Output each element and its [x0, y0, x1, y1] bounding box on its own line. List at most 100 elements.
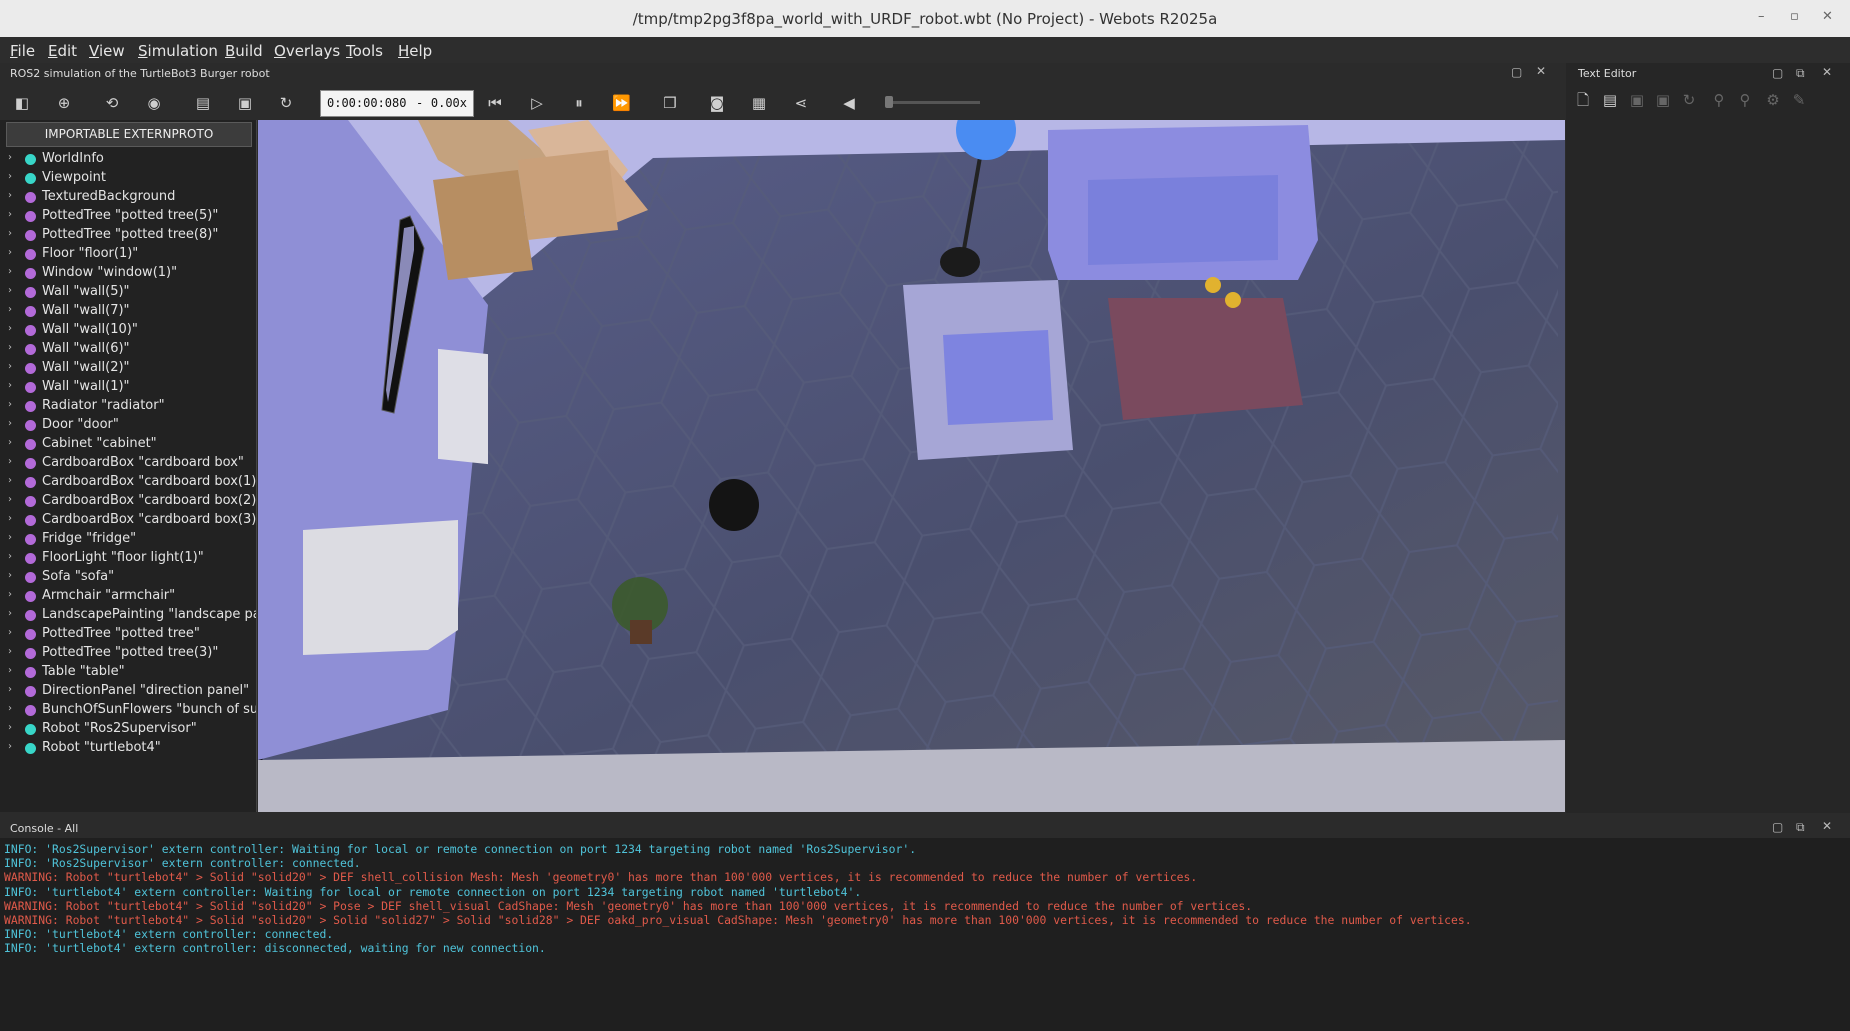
scene-tree-node[interactable]: › CardboardBox "cardboard box(3)" [0, 511, 256, 530]
scene-tree-node[interactable]: › Armchair "armchair" [0, 587, 256, 606]
scene-tree-node[interactable]: › TexturedBackground [0, 188, 256, 207]
3d-viewport[interactable] [258, 120, 1565, 812]
scene-tree-node[interactable]: › Wall "wall(5)" [0, 283, 256, 302]
scene-tree-node[interactable]: › CardboardBox "cardboard box(1)" [0, 473, 256, 492]
build-icon[interactable]: ⚙ [1764, 91, 1782, 109]
find-icon[interactable]: ⚲ [1710, 91, 1728, 109]
close-icon[interactable]: ✕ [1822, 9, 1833, 24]
text-editor-close-icon[interactable]: ✕ [1822, 65, 1832, 79]
text-editor-maximize-icon[interactable]: ▢ [1772, 66, 1783, 80]
scene-tree-node[interactable]: › WorldInfo [0, 150, 256, 169]
close-view-icon[interactable]: ✕ [1536, 64, 1546, 78]
expand-arrow-icon[interactable]: › [8, 646, 12, 657]
view-eye-icon[interactable]: ◉ [145, 94, 163, 112]
scene-tree-node[interactable]: › Wall "wall(10)" [0, 321, 256, 340]
expand-arrow-icon[interactable]: › [8, 228, 12, 239]
fast-forward-icon[interactable]: ⏩ [612, 94, 631, 112]
expand-arrow-icon[interactable]: › [8, 171, 12, 182]
scene-tree-node[interactable]: › Wall "wall(6)" [0, 340, 256, 359]
reload-world-icon[interactable]: ↻ [277, 94, 295, 112]
share-icon[interactable]: ⋖ [792, 94, 810, 112]
clean-icon[interactable]: ✎ [1790, 91, 1808, 109]
expand-arrow-icon[interactable]: › [8, 551, 12, 562]
reset-simulation-icon[interactable]: ⏮ [486, 94, 504, 112]
scene-tree-node[interactable]: › Radiator "radiator" [0, 397, 256, 416]
expand-arrow-icon[interactable]: › [8, 722, 12, 733]
expand-arrow-icon[interactable]: › [8, 399, 12, 410]
replace-icon[interactable]: ⚲ [1736, 91, 1754, 109]
menu-help[interactable]: Help [398, 42, 432, 60]
console-maximize-icon[interactable]: ▢ [1772, 820, 1783, 834]
expand-arrow-icon[interactable]: › [8, 247, 12, 258]
scene-tree-node[interactable]: › Door "door" [0, 416, 256, 435]
expand-arrow-icon[interactable]: › [8, 342, 12, 353]
scene-tree-node[interactable]: › LandscapePainting "landscape painting" [0, 606, 256, 625]
scene-tree-node[interactable]: › Robot "Ros2Supervisor" [0, 720, 256, 739]
expand-arrow-icon[interactable]: › [8, 532, 12, 543]
scene-tree-node[interactable]: › Robot "turtlebot4" [0, 739, 256, 758]
expand-arrow-icon[interactable]: › [8, 513, 12, 524]
scene-tree-node[interactable]: › Window "window(1)" [0, 264, 256, 283]
expand-arrow-icon[interactable]: › [8, 665, 12, 676]
revert-icon[interactable]: ↻ [1680, 91, 1698, 109]
scene-tree-node[interactable]: › Sofa "sofa" [0, 568, 256, 587]
expand-arrow-icon[interactable]: › [8, 475, 12, 486]
expand-arrow-icon[interactable]: › [8, 494, 12, 505]
scene-tree-node[interactable]: › Wall "wall(2)" [0, 359, 256, 378]
scene-tree-node[interactable]: › Viewpoint [0, 169, 256, 188]
reset-viewpoint-icon[interactable]: ⟲ [103, 94, 121, 112]
console-float-icon[interactable]: ⧉ [1796, 820, 1805, 835]
console-close-icon[interactable]: ✕ [1822, 819, 1832, 833]
expand-arrow-icon[interactable]: › [8, 209, 12, 220]
expand-arrow-icon[interactable]: › [8, 304, 12, 315]
expand-arrow-icon[interactable]: › [8, 437, 12, 448]
scene-tree-node[interactable]: › Wall "wall(1)" [0, 378, 256, 397]
scene-tree-node[interactable]: › DirectionPanel "direction panel" [0, 682, 256, 701]
expand-arrow-icon[interactable]: › [8, 456, 12, 467]
importable-externproto-button[interactable]: IMPORTABLE EXTERNPROTO [6, 122, 252, 147]
new-file-icon[interactable]: 🗋 [1574, 91, 1592, 109]
open-world-icon[interactable]: ▤ [194, 94, 212, 112]
volume-slider-handle[interactable] [885, 96, 893, 108]
menu-simulation[interactable]: Simulation [138, 42, 218, 60]
expand-arrow-icon[interactable]: › [8, 589, 12, 600]
scene-tree-node[interactable]: › CardboardBox "cardboard box" [0, 454, 256, 473]
save-world-icon[interactable]: ▣ [236, 94, 254, 112]
toggle-scene-tree-icon[interactable]: ◧ [13, 94, 31, 112]
add-node-icon[interactable]: ⊕ [55, 94, 73, 112]
text-editor-float-icon[interactable]: ⧉ [1796, 66, 1805, 81]
pause-icon[interactable]: ⏸ [570, 94, 588, 112]
console-output[interactable]: INFO: 'Ros2Supervisor' extern controller… [0, 838, 1850, 1031]
expand-arrow-icon[interactable]: › [8, 380, 12, 391]
save-as-icon[interactable]: ▣ [1654, 91, 1672, 109]
expand-arrow-icon[interactable]: › [8, 323, 12, 334]
expand-arrow-icon[interactable]: › [8, 190, 12, 201]
save-file-icon[interactable]: ▣ [1628, 91, 1646, 109]
scene-tree-node[interactable]: › BunchOfSunFlowers "bunch of sunflowers" [0, 701, 256, 720]
scene-tree-node[interactable]: › PottedTree "potted tree(3)" [0, 644, 256, 663]
scene-tree-node[interactable]: › Fridge "fridge" [0, 530, 256, 549]
expand-arrow-icon[interactable]: › [8, 703, 12, 714]
maximize-view-icon[interactable]: ▢ [1511, 65, 1522, 79]
scene-tree-node[interactable]: › Table "table" [0, 663, 256, 682]
expand-arrow-icon[interactable]: › [8, 266, 12, 277]
volume-slider[interactable] [885, 96, 980, 108]
restore-icon[interactable]: ▫ [1790, 9, 1799, 24]
menu-edit[interactable]: Edit [48, 42, 77, 60]
menu-tools[interactable]: Tools [346, 42, 383, 60]
expand-arrow-icon[interactable]: › [8, 285, 12, 296]
expand-arrow-icon[interactable]: › [8, 684, 12, 695]
menu-overlays[interactable]: Overlays [274, 42, 340, 60]
menu-view[interactable]: View [89, 42, 125, 60]
scene-tree-node[interactable]: › FloorLight "floor light(1)" [0, 549, 256, 568]
menu-file[interactable]: File [10, 42, 35, 60]
open-file-icon[interactable]: ▤ [1601, 91, 1619, 109]
expand-arrow-icon[interactable]: › [8, 361, 12, 372]
screenshot-icon[interactable]: ◙ [708, 94, 726, 112]
scene-tree-node[interactable]: › PottedTree "potted tree(8)" [0, 226, 256, 245]
scene-tree-node[interactable]: › PottedTree "potted tree(5)" [0, 207, 256, 226]
menu-build[interactable]: Build [225, 42, 263, 60]
expand-arrow-icon[interactable]: › [8, 418, 12, 429]
expand-arrow-icon[interactable]: › [8, 608, 12, 619]
expand-arrow-icon[interactable]: › [8, 570, 12, 581]
